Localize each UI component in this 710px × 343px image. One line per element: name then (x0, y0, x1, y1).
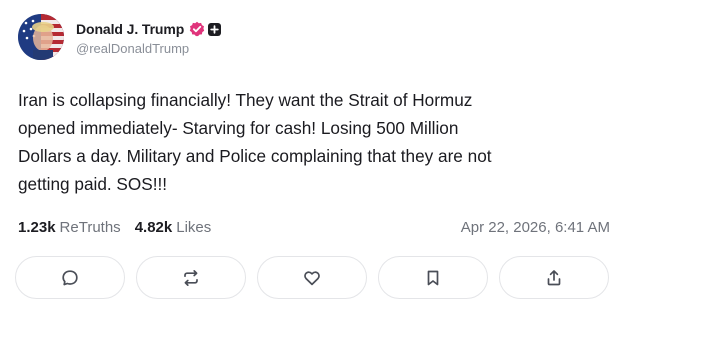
post-text: Iran is collapsing financially! They wan… (18, 90, 492, 194)
likes-label[interactable]: Likes (176, 219, 211, 236)
post-header: Donald J. Trump @realDonaldTrump (18, 14, 222, 60)
bookmark-icon (423, 268, 443, 288)
share-icon (544, 268, 564, 288)
plus-badge-icon (208, 22, 222, 36)
share-button[interactable] (499, 256, 609, 299)
likes-count[interactable]: 4.82k (135, 219, 173, 236)
avatar[interactable] (18, 14, 64, 60)
post-actions (15, 256, 620, 299)
comment-icon (60, 268, 80, 288)
avatar-image (18, 14, 64, 60)
post-timestamp[interactable]: Apr 22, 2026, 6:41 AM (461, 219, 610, 236)
retruth-icon (181, 268, 201, 288)
heart-icon (302, 268, 322, 288)
retruths-label[interactable]: ReTruths (60, 219, 121, 236)
post-card: Donald J. Trump @realDonaldTrump Iran is… (0, 0, 710, 343)
author-handle[interactable]: @realDonaldTrump (76, 41, 221, 56)
reply-button[interactable] (15, 256, 125, 299)
display-name[interactable]: Donald J. Trump (76, 21, 184, 37)
author-info: Donald J. Trump @realDonaldTrump (76, 18, 222, 56)
bookmark-button[interactable] (378, 256, 488, 299)
name-row: Donald J. Trump (76, 18, 222, 40)
like-button[interactable] (257, 256, 367, 299)
retruths-count[interactable]: 1.23k (18, 219, 56, 236)
retruth-button[interactable] (136, 256, 246, 299)
verified-badge-icon (189, 21, 205, 37)
post-stats: 1.23k ReTruths 4.82k Likes Apr 22, 2026,… (18, 217, 610, 237)
